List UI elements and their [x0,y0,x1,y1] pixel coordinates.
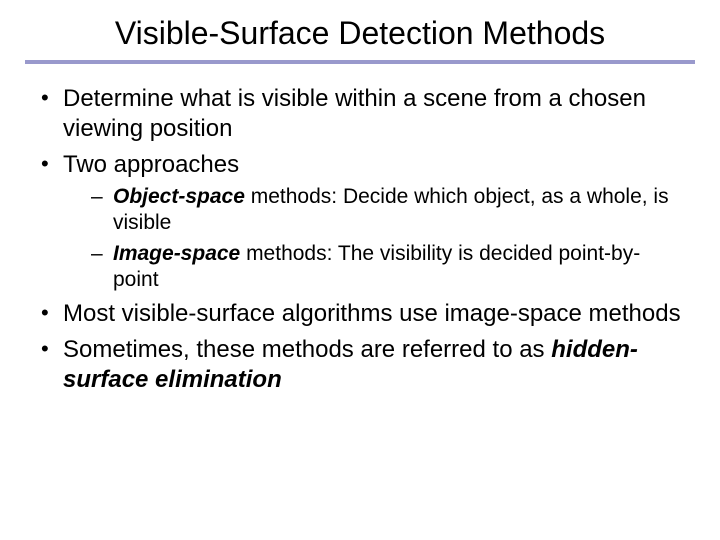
slide-title: Visible-Surface Detection Methods [25,15,695,52]
dash-item: Object-space methods: Decide which objec… [63,184,685,237]
bullet-item: Two approaches Object-space methods: Dec… [35,150,685,293]
dash-item: Image-space methods: The visibility is d… [63,241,685,294]
bullet-item: Sometimes, these methods are referred to… [35,335,685,395]
bullet-item: Determine what is visible within a scene… [35,84,685,144]
bullet-item: Most visible-surface algorithms use imag… [35,299,685,329]
dash-list: Object-space methods: Decide which objec… [63,184,685,293]
slide-content: Determine what is visible within a scene… [25,84,695,395]
term-bold: Image-space [113,242,240,265]
bullet-text: Two approaches [63,151,239,178]
term-bold: Object-space [113,185,245,208]
title-underline [25,60,695,64]
bullet-text: Sometimes, these methods are referred to… [63,336,551,363]
bullet-list: Determine what is visible within a scene… [35,84,685,395]
